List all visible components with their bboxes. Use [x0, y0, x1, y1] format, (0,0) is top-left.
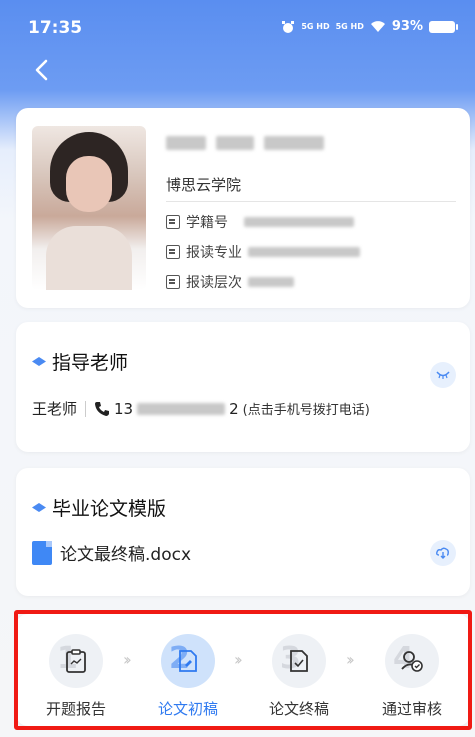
template-section-title: 毕业论文模版 [52, 498, 167, 520]
step-circle: 1 [49, 634, 103, 688]
status-time: 17:35 [28, 18, 83, 38]
profile-card: 博思云学院 学籍号 报读专业 报读层次 [16, 108, 470, 308]
cloud-download-icon[interactable] [430, 540, 456, 566]
signal-2-icon: 5G HD [335, 21, 364, 31]
school-name: 博思云学院 [166, 176, 242, 194]
clipboard-icon [66, 649, 86, 673]
step-circle: 2 [161, 634, 215, 688]
major-row: 报读专业 [166, 242, 360, 262]
level-icon [166, 275, 180, 289]
file-name: 论文最终稿.docx [60, 545, 192, 565]
separator [85, 400, 87, 417]
step-circle: 3 [272, 634, 326, 688]
diamond-icon [32, 503, 46, 512]
battery-text: 93% [391, 19, 423, 34]
student-id-row: 学籍号 [166, 212, 354, 232]
student-name-redacted [166, 136, 324, 150]
status-bar: 17:35 5G HD 5G HD 93% [0, 0, 475, 52]
step-label: 通过审核 [381, 700, 442, 718]
teacher-contact: 王老师 13 2 (点击手机号拨打电话) [32, 398, 370, 419]
redacted-value [248, 247, 360, 257]
step-arrow: ›› [346, 650, 355, 669]
status-icons: 5G HD 5G HD 93% [281, 19, 458, 34]
teacher-name: 王老师 [32, 400, 78, 418]
redacted-phone [137, 402, 226, 415]
step-circle: 4 [385, 634, 439, 688]
section-title: 毕业论文模版 [32, 494, 166, 521]
major-icon [166, 245, 180, 259]
phone-prefix: 13 [114, 399, 134, 418]
phone-icon [95, 401, 110, 416]
step-label: 开题报告 [45, 700, 106, 718]
phone-number-link[interactable]: 13 2 [114, 400, 239, 418]
document-edit-icon [179, 650, 197, 672]
document-check-icon [290, 650, 308, 672]
template-file[interactable]: 论文最终稿.docx [32, 540, 191, 565]
step-arrow: ›› [123, 650, 132, 669]
docx-file-icon [32, 540, 52, 565]
eye-closed-icon[interactable] [430, 362, 456, 388]
chevron-left-icon[interactable] [30, 58, 54, 82]
avatar [32, 126, 146, 290]
wifi-icon [370, 21, 385, 32]
step-approved[interactable]: 4 通过审核 [372, 634, 452, 719]
field-label: 学籍号 [186, 215, 228, 231]
section-title: 指导老师 [32, 348, 128, 375]
step-final-draft[interactable]: 3 论文终稿 [259, 634, 339, 719]
step-first-draft[interactable]: 2 论文初稿 [148, 634, 228, 719]
teacher-section-title: 指导老师 [52, 352, 129, 374]
step-proposal[interactable]: 1 开题报告 [36, 634, 116, 719]
phone-suffix: 2 [229, 399, 239, 418]
signal-1-icon: 5G HD [301, 21, 330, 31]
diamond-icon [32, 357, 46, 366]
call-hint: (点击手机号拨打电话) [242, 403, 370, 418]
redacted-value [248, 277, 294, 287]
step-label: 论文初稿 [157, 700, 218, 718]
template-card: 毕业论文模版 论文最终稿.docx [16, 468, 470, 596]
id-card-icon [166, 215, 180, 229]
step-label: 论文终稿 [268, 700, 329, 718]
field-label: 报读专业 [186, 245, 242, 261]
alarm-icon [282, 20, 295, 33]
divider [166, 201, 456, 202]
approval-icon [401, 651, 423, 672]
battery-icon [429, 20, 458, 33]
redacted-value [244, 217, 354, 227]
step-arrow: ›› [234, 650, 243, 669]
teacher-card: 指导老师 王老师 13 2 (点击手机号拨打电话) [16, 322, 470, 452]
level-row: 报读层次 [166, 272, 294, 292]
field-label: 报读层次 [186, 275, 242, 291]
